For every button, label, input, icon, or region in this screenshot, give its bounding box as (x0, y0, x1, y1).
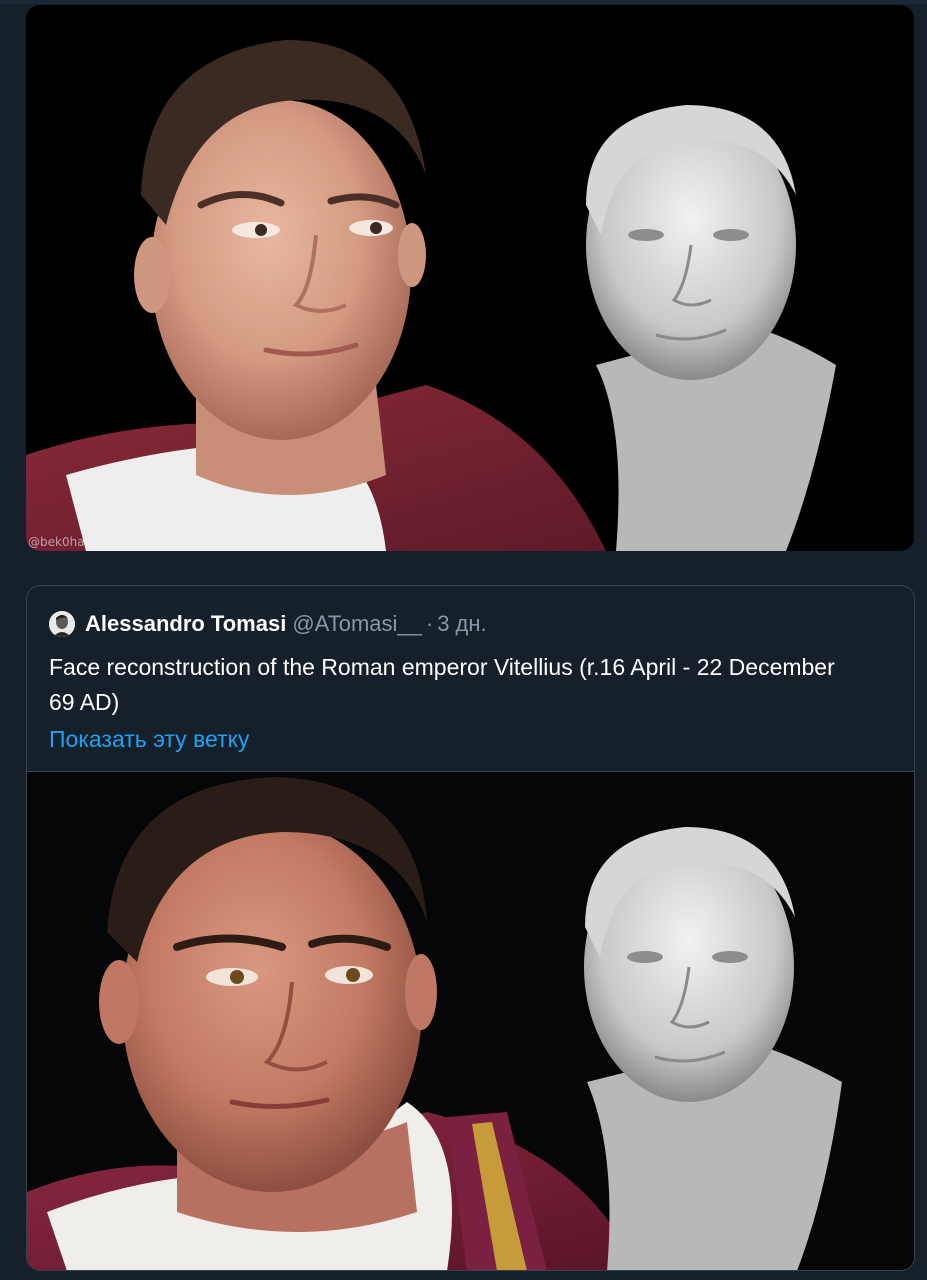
show-thread-link[interactable]: Показать эту ветку (49, 724, 249, 754)
quoted-tweet-card[interactable]: Alessandro Tomasi @ATomasi__ · 3 дн. Fac… (26, 585, 915, 1271)
avatar[interactable] (49, 611, 75, 637)
watermark-text: @bek0ha (28, 535, 85, 549)
quoted-tweet-text: Face reconstruction of the Roman emperor… (49, 654, 835, 715)
divider (0, 0, 927, 4)
user-avatar-icon (49, 611, 75, 637)
author-name[interactable]: Alessandro Tomasi (85, 611, 286, 637)
reconstruction-photo-2 (27, 772, 914, 1270)
author-handle[interactable]: @ATomasi__ (292, 611, 422, 637)
tweet-media-image[interactable]: @bek0ha (26, 5, 914, 551)
tweet-page: @bek0ha Alessandro Tomasi @ATomasi__ · 3… (0, 0, 927, 1280)
separator-dot: · (425, 611, 434, 636)
quoted-tweet-header: Alessandro Tomasi @ATomasi__ · 3 дн. (49, 610, 487, 638)
quoted-tweet-media-image[interactable] (27, 771, 914, 1270)
reconstruction-photo (26, 5, 914, 551)
tweet-timestamp[interactable]: 3 дн. (437, 611, 486, 637)
